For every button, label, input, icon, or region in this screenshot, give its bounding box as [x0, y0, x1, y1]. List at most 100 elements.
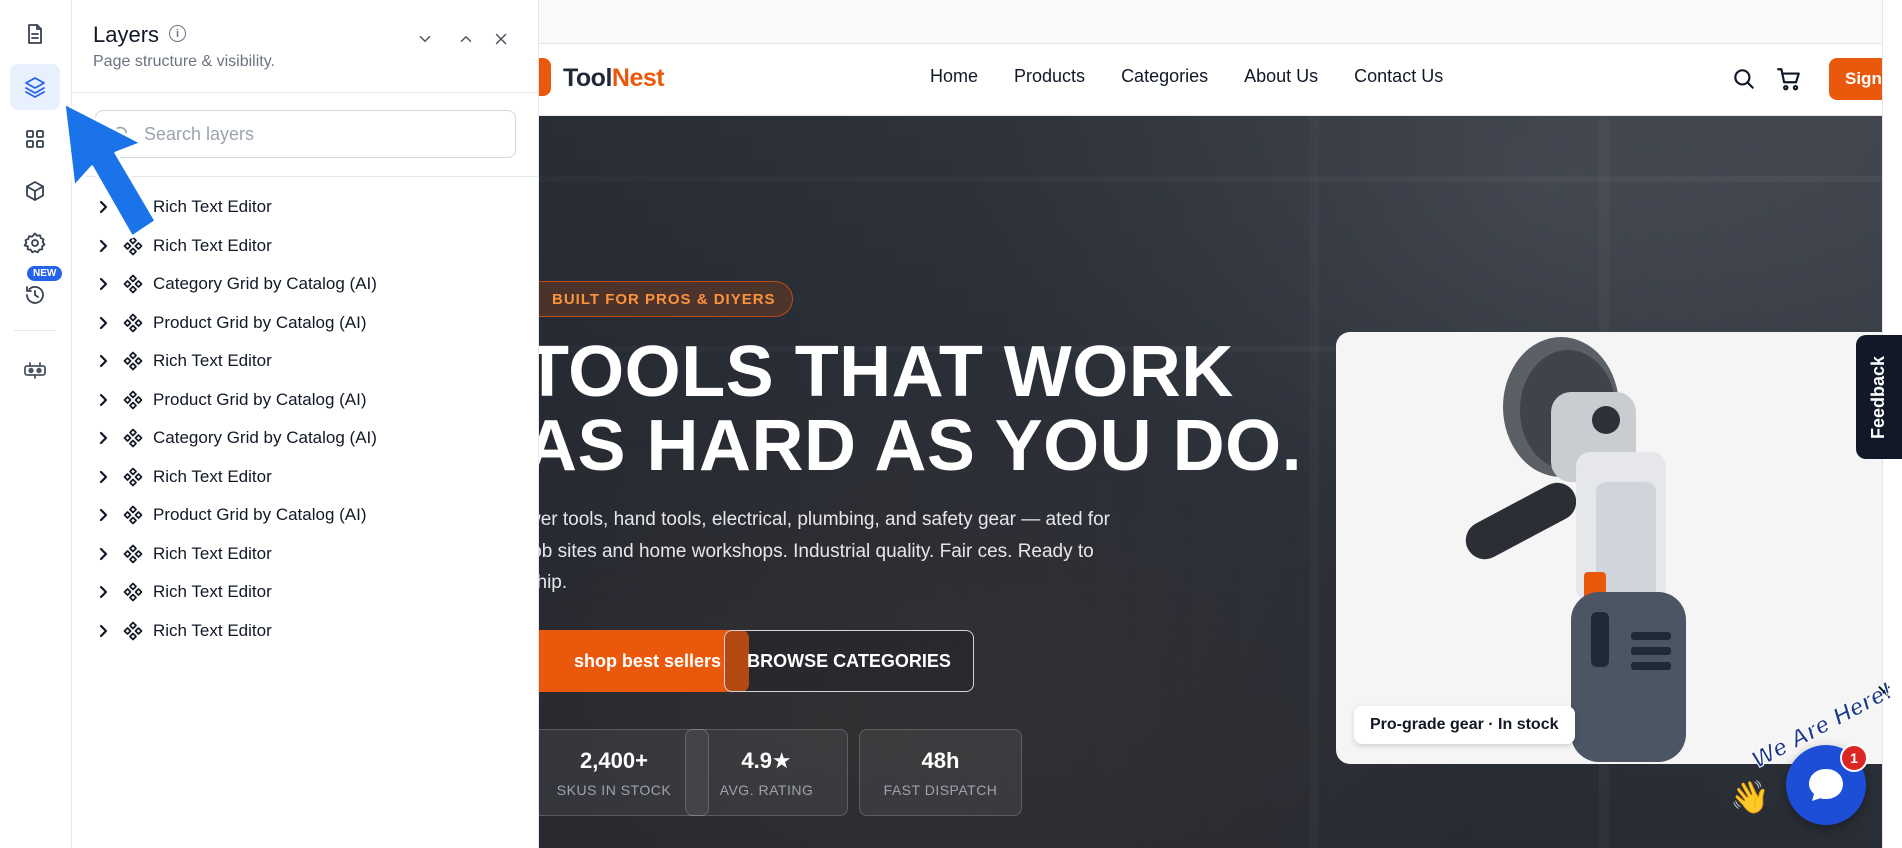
search-icon: [1734, 69, 1754, 89]
logo-mark: [539, 58, 551, 96]
stat-dispatch: 48h FAST DISPATCH: [859, 729, 1022, 816]
layer-row[interactable]: Product Grid by Catalog (AI): [72, 496, 539, 535]
layer-row[interactable]: Product Grid by Catalog (AI): [72, 304, 539, 343]
layer-label: Product Grid by Catalog (AI): [153, 312, 367, 332]
layer-label: Rich Text Editor: [153, 582, 272, 602]
shop-best-sellers-button[interactable]: shop best sellers: [539, 630, 749, 692]
stat-label: FAST DISPATCH: [883, 782, 998, 798]
component-icon: [123, 390, 143, 410]
nav-about[interactable]: About Us: [1244, 66, 1318, 87]
layers-button[interactable]: [10, 64, 60, 110]
page-icon: [28, 24, 42, 44]
waving-hand-icon: 👋: [1730, 779, 1770, 815]
component-icon: [123, 467, 143, 487]
search-layers-input[interactable]: [144, 111, 504, 157]
close-panel-button[interactable]: [488, 26, 514, 52]
close-icon: [495, 33, 507, 45]
stat-value: 2,400+: [580, 748, 648, 773]
chevron-right-icon[interactable]: [97, 431, 111, 445]
cart-icon: [1777, 68, 1800, 91]
stat-value: 4.9★: [741, 748, 792, 773]
hero-badge: BUILT FOR PROS & DIYERS: [539, 281, 793, 317]
stat-label: AVG. RATING: [719, 782, 814, 798]
components-button[interactable]: [10, 168, 60, 214]
ai-assistant-button[interactable]: [10, 346, 60, 392]
layer-row[interactable]: Rich Text Editor: [72, 458, 539, 497]
pages-button[interactable]: [10, 11, 60, 57]
feedback-tab[interactable]: Feedback: [1856, 335, 1902, 459]
blocks-button[interactable]: [10, 116, 60, 162]
hero-description: wer tools, hand tools, electrical, plumb…: [539, 509, 1110, 593]
site-logo[interactable]: ToolNest: [563, 64, 665, 93]
panel-subtitle: Page structure & visibility.: [93, 53, 275, 70]
layer-label: Rich Text Editor: [153, 466, 272, 486]
layer-row[interactable]: Rich Text Editor: [72, 573, 539, 612]
gear-icon: [23, 232, 46, 254]
layer-row[interactable]: Category Grid by Catalog (AI): [72, 419, 539, 458]
layer-label: Category Grid by Catalog (AI): [153, 428, 377, 448]
chat-unread-badge: 1: [1840, 744, 1868, 772]
chevron-right-icon[interactable]: [97, 354, 111, 368]
stat-rating: 4.9★ AVG. RATING: [685, 729, 848, 816]
logo-part-2: Nest: [611, 64, 665, 92]
layer-label: Rich Text Editor: [153, 543, 272, 563]
box-icon: [26, 181, 44, 201]
chevron-right-icon[interactable]: [97, 508, 111, 522]
angle-grinder-image: [1465, 337, 1686, 762]
chevron-up-icon: [460, 36, 472, 42]
component-icon: [123, 274, 143, 294]
info-icon[interactable]: i: [169, 25, 186, 42]
layer-row[interactable]: Rich Text Editor: [72, 342, 539, 381]
layer-row[interactable]: Rich Text Editor: [72, 612, 539, 651]
component-icon: [123, 505, 143, 525]
nav-home[interactable]: Home: [930, 66, 978, 87]
sign-in-button[interactable]: Sign: [1829, 58, 1882, 100]
layer-label: Rich Text Editor: [153, 620, 272, 640]
site-preview: ToolNest Home Products Categories About …: [539, 0, 1882, 848]
chevron-right-icon[interactable]: [97, 547, 111, 561]
hero-section: BUILT FOR PROS & DIYERS TOOLS THAT WORK …: [539, 116, 1882, 848]
chevron-right-icon[interactable]: [97, 277, 111, 291]
nav-categories[interactable]: Categories: [1121, 66, 1208, 87]
grid-icon: [26, 130, 44, 148]
chevron-right-icon[interactable]: [97, 393, 111, 407]
layer-label: Rich Text Editor: [153, 197, 272, 217]
nav-products[interactable]: Products: [1014, 66, 1085, 87]
component-icon: [123, 428, 143, 448]
cart-button[interactable]: [1776, 66, 1802, 92]
history-icon: [26, 286, 44, 304]
site-search-button[interactable]: [1731, 66, 1757, 92]
panel-title: Layers: [93, 22, 160, 47]
layer-row[interactable]: Product Grid by Catalog (AI): [72, 381, 539, 420]
preview-top-strip: [539, 0, 1882, 44]
component-icon: [123, 313, 143, 333]
layer-row[interactable]: Category Grid by Catalog (AI): [72, 265, 539, 304]
layer-label: Product Grid by Catalog (AI): [153, 389, 367, 409]
hero-headline-line-1: TOOLS THAT WORK: [539, 332, 1234, 412]
collapse-all-button[interactable]: [412, 26, 438, 52]
settings-button[interactable]: [10, 220, 60, 266]
logo-part-1: Tool: [563, 64, 612, 92]
layer-row[interactable]: Rich Text Editor: [72, 535, 539, 574]
layers-icon: [25, 77, 45, 98]
chevron-right-icon[interactable]: [97, 316, 111, 330]
browse-categories-button[interactable]: BROWSE CATEGORIES: [724, 630, 974, 692]
chevron-down-icon: [419, 36, 431, 42]
chevron-right-icon[interactable]: [97, 624, 111, 638]
nav-contact[interactable]: Contact Us: [1354, 66, 1443, 87]
feedback-label: Feedback: [1868, 355, 1889, 439]
chevron-right-icon[interactable]: [97, 585, 111, 599]
component-icon: [123, 351, 143, 371]
rail-divider: [14, 330, 56, 331]
layer-label: Rich Text Editor: [153, 235, 272, 255]
product-stock-tag: Pro-grade gear · In stock: [1354, 706, 1575, 744]
hero-headline-line-2: AS HARD AS YOU DO.: [539, 406, 1303, 486]
robot-icon: [24, 362, 46, 379]
stat-label: SKUS IN STOCK: [556, 782, 672, 798]
chevron-right-icon[interactable]: [97, 470, 111, 484]
expand-all-button[interactable]: [453, 26, 479, 52]
chat-bubble-icon: [1809, 769, 1843, 801]
site-navbar: ToolNest Home Products Categories About …: [539, 44, 1882, 116]
layer-label: Category Grid by Catalog (AI): [153, 274, 377, 294]
component-icon: [123, 582, 143, 602]
